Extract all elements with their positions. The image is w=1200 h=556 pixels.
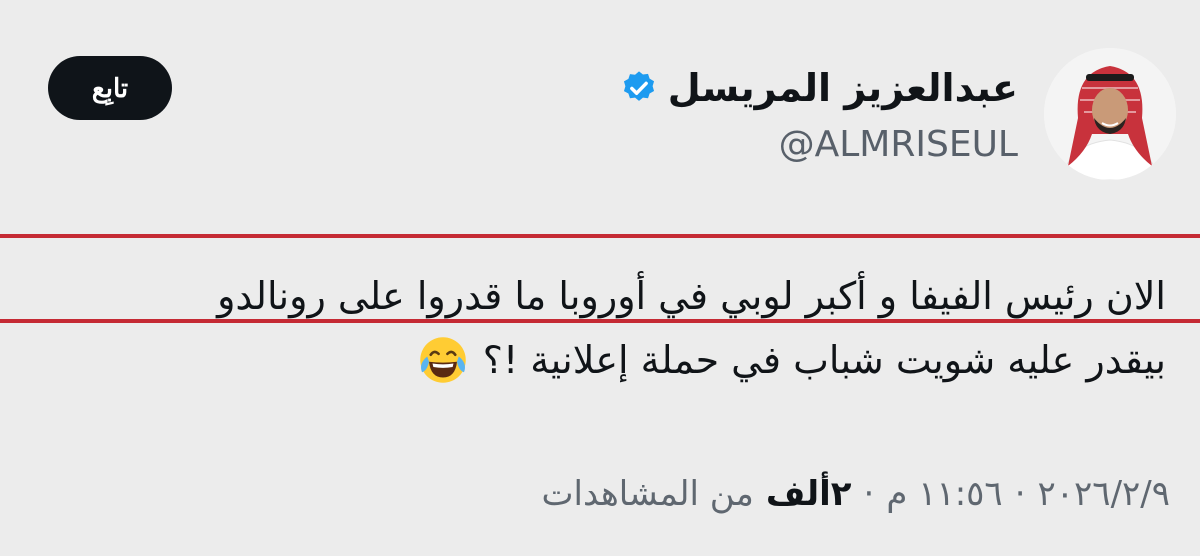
tweet-time[interactable]: ١١:٥٦ م: [886, 474, 1002, 514]
meta-separator-2: ·: [863, 474, 875, 514]
follow-button[interactable]: تابِع: [48, 56, 172, 120]
tweet-text-line-2-row: بيقدر عليه شويت شباب في حملة إعلانية !؟: [46, 322, 1166, 398]
meta-separator: ·: [1014, 474, 1026, 514]
author-display-name[interactable]: عبدالعزيز المريسل: [668, 66, 1018, 110]
tweet-meta: ٢٠٢٦/٢/٩ · ١١:٥٦ م · ٢ألف من المشاهدات: [542, 466, 1170, 522]
face-with-tears-of-joy-icon: [420, 337, 466, 383]
avatar-image: [1044, 48, 1176, 180]
tweet-text-line-2: بيقدر عليه شويت شباب في حملة إعلانية !؟: [482, 338, 1166, 382]
author-handle[interactable]: @ALMRISEUL: [779, 124, 1018, 165]
author-name-row[interactable]: عبدالعزيز المريسل: [620, 60, 1018, 116]
views-count: ٢ألف: [765, 474, 852, 514]
avatar[interactable]: [1044, 48, 1176, 180]
tweet-date[interactable]: ٢٠٢٦/٢/٩: [1038, 474, 1170, 514]
views-label: من المشاهدات: [541, 474, 754, 514]
annotation-line-top: [0, 234, 1200, 238]
verified-badge-icon: [623, 71, 654, 101]
